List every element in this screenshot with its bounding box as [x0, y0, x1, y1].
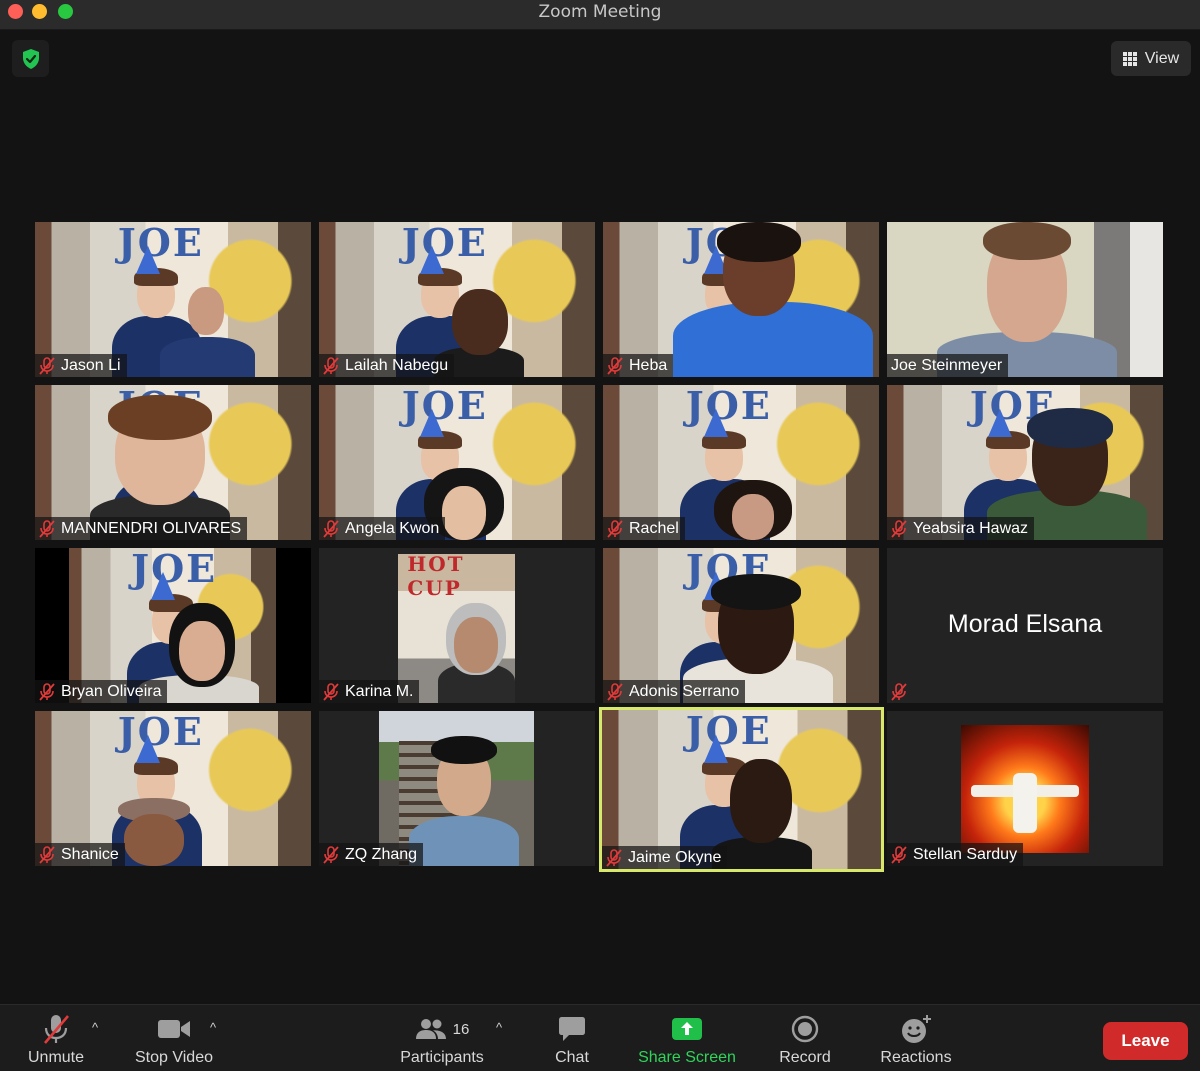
muted-mic-icon	[606, 848, 622, 867]
participant-name-tag: Rachel	[603, 517, 685, 540]
muted-mic-icon	[607, 682, 623, 701]
participant-name-tag: Angela Kwon	[319, 517, 446, 540]
video-tile-active-speaker[interactable]: JOE Jaime Okyne	[599, 707, 884, 872]
participant-name-tag: Yeabsira Hawaz	[887, 517, 1035, 540]
video-options-caret-icon[interactable]: ^	[210, 1020, 216, 1035]
share-screen-button[interactable]: Share Screen	[637, 1013, 737, 1067]
view-label: View	[1144, 49, 1180, 67]
video-camera-icon	[158, 1020, 190, 1038]
muted-mic-icon	[39, 519, 55, 538]
muted-mic-icon	[891, 519, 907, 538]
security-shield-button[interactable]	[12, 40, 49, 77]
participant-name: Heba	[629, 356, 668, 374]
muted-mic-icon	[323, 845, 339, 864]
muted-mic-icon	[39, 845, 55, 864]
participant-name: Adonis Serrano	[629, 682, 740, 700]
meeting-toolbar: Unmute ^ Stop Video ^ 16 Participants ^	[0, 1004, 1200, 1071]
participant-name-tag: Joe Steinmeyer	[887, 354, 1009, 377]
video-tile[interactable]: JOE Shanice	[35, 711, 311, 866]
share-screen-label: Share Screen	[638, 1049, 736, 1066]
video-tile[interactable]: JOE Yeabsira Hawaz	[887, 385, 1163, 540]
participant-name-tag: Heba	[603, 354, 674, 377]
participants-label: Participants	[400, 1049, 484, 1066]
muted-mic-icon	[323, 682, 339, 701]
stop-video-button[interactable]: Stop Video	[132, 1013, 216, 1067]
participant-name: Rachel	[629, 519, 679, 537]
muted-mic-icon	[607, 519, 623, 538]
share-screen-arrow-icon	[672, 1018, 702, 1040]
video-tile[interactable]: JOE Bryan Oliveira	[35, 548, 311, 703]
smiley-plus-icon	[902, 1015, 931, 1043]
video-tile[interactable]: JOE Angela Kwon	[319, 385, 595, 540]
participant-name: Joe Steinmeyer	[891, 356, 1003, 374]
reactions-label: Reactions	[880, 1049, 952, 1066]
stop-video-label: Stop Video	[135, 1049, 213, 1066]
unmute-button[interactable]: Unmute	[26, 1013, 86, 1067]
participant-name-tag: Shanice	[35, 843, 125, 866]
participant-name-tag: Stellan Sarduy	[887, 843, 1024, 866]
participant-name: Karina M.	[345, 682, 414, 700]
participant-name: Lailah Nabegu	[345, 356, 449, 374]
unmute-label: Unmute	[27, 1049, 85, 1066]
video-tile[interactable]: ZQ Zhang	[319, 711, 595, 866]
video-tile[interactable]: JOE Rachel	[603, 385, 879, 540]
record-label: Record	[779, 1049, 831, 1066]
video-tile[interactable]: JOE Heba	[603, 222, 879, 377]
audio-options-caret-icon[interactable]: ^	[92, 1020, 98, 1035]
participant-name-tag: Karina M.	[319, 680, 420, 703]
leave-button[interactable]: Leave	[1103, 1022, 1188, 1060]
chat-button[interactable]: Chat	[552, 1013, 592, 1067]
participant-name: Jaime Okyne	[628, 848, 722, 866]
video-tile[interactable]: HOT CUP Karina M.	[319, 548, 595, 703]
record-icon	[791, 1015, 819, 1043]
grid-icon	[1122, 51, 1137, 66]
participant-name: Stellan Sarduy	[913, 845, 1018, 863]
video-tile[interactable]: Joe Steinmeyer	[887, 222, 1163, 377]
muted-microphone-icon	[44, 1015, 69, 1044]
participant-name-tag: Lailah Nabegu	[319, 354, 455, 377]
view-button[interactable]: View	[1111, 41, 1191, 76]
participant-count: 16	[452, 1020, 470, 1038]
participant-name: MANNENDRI OLIVARES	[61, 519, 242, 537]
title-bar: Zoom Meeting	[0, 0, 1200, 30]
participant-display-name: Morad Elsana	[947, 610, 1103, 638]
shield-icon	[22, 48, 39, 69]
muted-mic-icon	[891, 682, 907, 701]
participant-name: Bryan Oliveira	[61, 682, 162, 700]
participants-icon	[415, 1019, 446, 1039]
video-tile[interactable]: JOE Jason Li	[35, 222, 311, 377]
participant-name-tag: Adonis Serrano	[603, 680, 746, 703]
participant-name: Angela Kwon	[345, 519, 440, 537]
video-tile[interactable]: Stellan Sarduy	[887, 711, 1163, 866]
reactions-button[interactable]: Reactions	[878, 1013, 954, 1067]
muted-mic-icon	[323, 519, 339, 538]
participants-button[interactable]: 16 Participants	[396, 1013, 488, 1067]
video-tile-off[interactable]: Morad Elsana	[887, 548, 1163, 703]
participant-name: Shanice	[61, 845, 119, 863]
window-title: Zoom Meeting	[538, 2, 662, 22]
video-tile[interactable]: JOE Lailah Nabegu	[319, 222, 595, 377]
muted-mic-icon	[39, 356, 55, 375]
participant-name-tag: ZQ Zhang	[319, 843, 424, 866]
muted-mic-icon	[607, 356, 623, 375]
record-button[interactable]: Record	[778, 1013, 832, 1067]
chat-bubble-icon	[559, 1017, 585, 1041]
chat-label: Chat	[555, 1049, 589, 1066]
participant-name-tag: Jaime Okyne	[602, 846, 728, 869]
muted-mic-icon	[323, 356, 339, 375]
participant-name: Jason Li	[61, 356, 121, 374]
participant-name: Yeabsira Hawaz	[913, 519, 1029, 537]
participant-name-tag	[887, 680, 913, 703]
participant-name-tag: Bryan Oliveira	[35, 680, 168, 703]
muted-mic-icon	[891, 845, 907, 864]
participant-name-tag: MANNENDRI OLIVARES	[35, 517, 248, 540]
video-tile[interactable]: JOE Adonis Serrano	[603, 548, 879, 703]
participant-name-tag: Jason Li	[35, 354, 127, 377]
muted-mic-icon	[39, 682, 55, 701]
participants-options-caret-icon[interactable]: ^	[496, 1020, 502, 1035]
video-tile[interactable]: JOE MANNENDRI OLIVARES	[35, 385, 311, 540]
participant-name: ZQ Zhang	[345, 845, 418, 863]
